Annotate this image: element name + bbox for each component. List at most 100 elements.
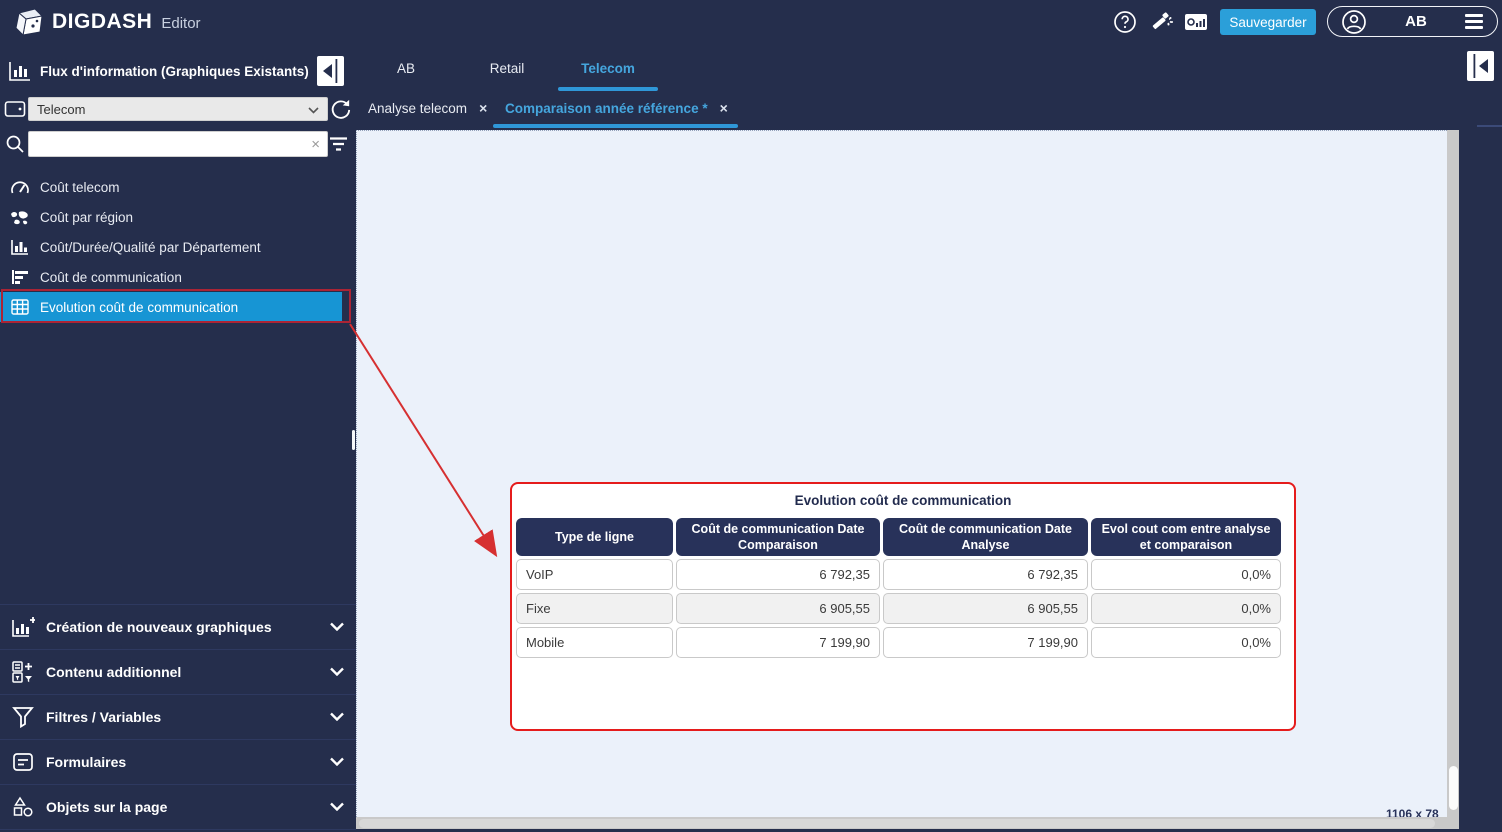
collection-select[interactable]: Telecom (28, 97, 328, 121)
table-cell: 6 905,55 (883, 593, 1088, 624)
table-cell: VoIP (516, 559, 673, 590)
chevron-down-icon (330, 618, 344, 636)
sidebar-header: Flux d'information (Graphiques Existants… (0, 50, 356, 92)
chevron-down-icon (330, 663, 344, 681)
section-label: Formulaires (46, 754, 330, 770)
table-cell: Mobile (516, 627, 673, 658)
collection-row: Telecom (0, 97, 356, 121)
column-header: Coût de communication Date Comparaison (676, 518, 880, 556)
table-cell: 7 199,90 (676, 627, 880, 658)
doctab-comparaison-active[interactable]: Comparaison année référence * × (505, 96, 728, 120)
doctab-label: Analyse telecom (368, 101, 467, 116)
data-table: Type de ligne Coût de communication Date… (516, 518, 1281, 658)
form-icon (10, 750, 36, 774)
sidebar-panel-title: Flux d'information (Graphiques Existants… (40, 64, 309, 79)
flux-item-cout-telecom[interactable]: Coût telecom (0, 172, 356, 202)
table-cell: 0,0% (1091, 627, 1281, 658)
sidebar-sections: Création de nouveaux graphiques Contenu … (0, 604, 356, 830)
tab-label: Telecom (581, 61, 635, 76)
section-label: Filtres / Variables (46, 709, 330, 725)
flux-item-evolution-cout-selected[interactable]: Evolution coût de communication (0, 292, 342, 322)
search-field: × (28, 131, 328, 157)
existing-charts-icon (8, 60, 32, 82)
section-label: Création de nouveaux graphiques (46, 619, 330, 635)
collapse-sidebar-icon[interactable] (317, 56, 344, 86)
doctab-analyse-telecom[interactable]: Analyse telecom × (368, 96, 487, 120)
page-canvas[interactable]: Evolution coût de communication Type de … (356, 130, 1447, 817)
section-label: Objets sur la page (46, 799, 330, 815)
table-cell: Fixe (516, 593, 673, 624)
clear-search-icon[interactable]: × (304, 136, 327, 153)
column-header: Coût de communication Date Analyse (883, 518, 1088, 556)
search-input[interactable] (29, 133, 304, 155)
flux-item-label: Coût par région (40, 210, 133, 225)
gauge-icon (10, 178, 30, 196)
magic-wand-icon[interactable] (1148, 9, 1174, 35)
tab-label: AB (397, 61, 415, 76)
horizontal-scrollbar[interactable] (356, 817, 1459, 829)
chevron-down-icon (308, 102, 319, 117)
flux-item-cout-duree-qualite[interactable]: Coût/Durée/Qualité par Département (0, 232, 356, 262)
help-icon[interactable] (1112, 9, 1138, 35)
right-panel-divider (1477, 125, 1502, 127)
brand-name: DIGDASH (52, 10, 152, 34)
user-menu[interactable]: AB (1327, 6, 1498, 37)
flux-item-label: Coût de communication (40, 270, 182, 285)
chevron-down-icon (330, 798, 344, 816)
table-widget-evolution-cout[interactable]: Evolution coût de communication Type de … (510, 482, 1296, 731)
flux-item-cout-par-region[interactable]: Coût par région (0, 202, 356, 232)
search-row: × (0, 131, 356, 157)
sidebar: Flux d'information (Graphiques Existants… (0, 44, 356, 832)
brand-suffix: Editor (161, 15, 200, 32)
user-initials: AB (1367, 13, 1465, 30)
right-collapsed-panel (1459, 44, 1502, 832)
tab-telecom-active[interactable]: Telecom (568, 56, 648, 80)
column-header: Evol cout com entre analyse et comparais… (1091, 518, 1281, 556)
flux-item-label: Coût telecom (40, 180, 120, 195)
section-objets-sur-la-page[interactable]: Objets sur la page (0, 784, 356, 829)
section-contenu-additionnel[interactable]: Contenu additionnel (0, 649, 356, 694)
table-grid-icon (10, 298, 30, 316)
section-label: Contenu additionnel (46, 664, 330, 680)
shapes-icon (10, 795, 36, 819)
table-cell: 6 792,35 (883, 559, 1088, 590)
world-map-icon (10, 208, 30, 226)
close-tab-icon[interactable]: × (479, 100, 487, 116)
main-region: AB Retail Telecom Analyse telecom × Comp… (356, 44, 1502, 832)
funnel-icon (10, 705, 36, 729)
refresh-icon[interactable] (329, 98, 351, 120)
collapse-right-panel-icon[interactable] (1467, 51, 1494, 81)
search-icon (5, 134, 25, 154)
table-cell: 6 792,35 (676, 559, 880, 590)
widget-title: Evolution coût de communication (512, 493, 1294, 508)
tab-label: Retail (490, 61, 525, 76)
vertical-scrollbar[interactable] (1447, 130, 1459, 817)
column-chart-icon (10, 238, 30, 256)
flux-item-cout-de-communication[interactable]: Coût de communication (0, 262, 356, 292)
flux-list: Coût telecom Coût par région (0, 172, 356, 322)
active-tab-underline (558, 87, 658, 91)
filter-sort-icon[interactable] (329, 136, 348, 152)
tab-retail[interactable]: Retail (476, 56, 538, 80)
vertical-scrollbar-thumb[interactable] (1449, 766, 1458, 810)
flux-item-label: Coût/Durée/Qualité par Département (40, 240, 261, 255)
data-report-icon[interactable] (1183, 9, 1209, 35)
save-button[interactable]: Sauvegarder (1220, 9, 1316, 35)
digdash-logo-icon (13, 6, 45, 43)
chart-plus-icon (10, 615, 36, 639)
section-filtres-variables[interactable]: Filtres / Variables (0, 694, 356, 739)
sidebar-scrollbar-thumb[interactable] (352, 430, 355, 450)
tab-ab[interactable]: AB (380, 56, 432, 80)
section-creation-graphiques[interactable]: Création de nouveaux graphiques (0, 604, 356, 649)
content-add-icon (10, 660, 36, 684)
flux-item-label: Evolution coût de communication (40, 300, 238, 315)
section-formulaires[interactable]: Formulaires (0, 739, 356, 784)
table-cell: 0,0% (1091, 593, 1281, 624)
doctab-label: Comparaison année référence * (505, 101, 708, 116)
chevron-down-icon (330, 708, 344, 726)
hamburger-menu-icon[interactable] (1465, 14, 1483, 29)
close-tab-icon[interactable]: × (720, 100, 728, 116)
horizontal-scrollbar-thumb[interactable] (359, 819, 1435, 828)
table-cell: 6 905,55 (676, 593, 880, 624)
user-avatar-icon (1341, 9, 1367, 35)
